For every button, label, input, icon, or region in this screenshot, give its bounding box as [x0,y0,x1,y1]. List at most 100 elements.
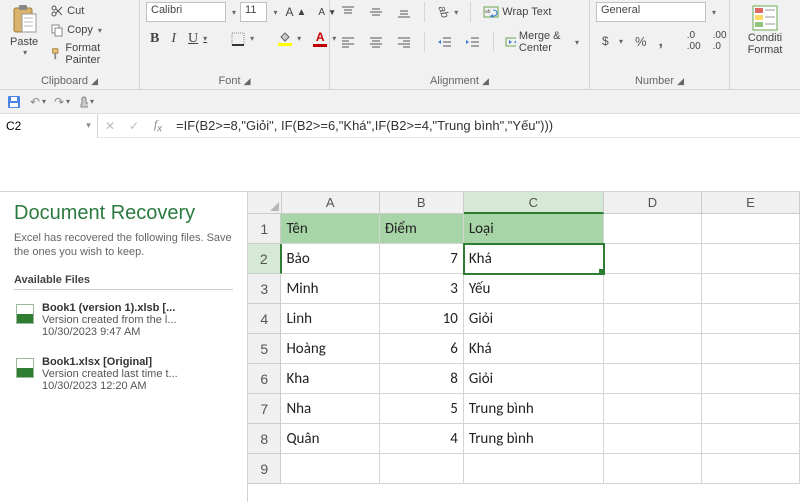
align-middle-button[interactable] [364,3,388,21]
cell[interactable]: Giỏi [464,364,604,394]
cell[interactable]: Yếu [464,274,604,304]
cell[interactable]: Tên [281,214,379,244]
cell[interactable] [702,334,800,364]
cell[interactable] [702,424,800,454]
merge-center-button[interactable]: Merge & Center ▾ [501,28,583,56]
column-header[interactable]: A [282,192,380,214]
cell[interactable]: Hoàng [281,334,379,364]
cell[interactable]: Minh [281,274,379,304]
cell[interactable]: Linh [281,304,379,334]
enter-formula-button[interactable]: ✓ [122,119,146,133]
cell[interactable] [702,304,800,334]
italic-button[interactable]: I [167,29,180,49]
format-painter-button[interactable]: Format Painter [46,40,133,68]
comma-button[interactable]: , [655,31,667,52]
wrap-text-button[interactable]: abWrap Text [479,3,555,21]
namebox-dropdown[interactable]: ▾ [80,120,97,131]
cell[interactable] [464,454,604,484]
paste-button[interactable]: Paste ▾ [6,2,42,59]
cell[interactable]: Nha [281,394,379,424]
border-button[interactable]: ▾ [227,30,258,48]
select-all-corner[interactable] [248,192,282,214]
fx-button[interactable]: fx [146,117,170,134]
underline-button[interactable]: U ▾ [184,29,211,49]
align-left-button[interactable] [336,33,360,51]
cell[interactable]: 4 [380,424,464,454]
column-header[interactable]: B [380,192,464,214]
cell[interactable] [604,274,702,304]
row-header[interactable]: 4 [248,304,281,334]
cell[interactable] [281,454,379,484]
cell[interactable]: Loại [464,214,604,244]
cancel-formula-button[interactable]: ✕ [98,119,122,133]
cell[interactable] [604,334,702,364]
undo-button[interactable]: ↶ ▾ [30,94,46,110]
cell[interactable]: Bảo [282,244,380,274]
decrease-indent-button[interactable] [433,33,457,51]
cell[interactable]: Trung bình [464,394,604,424]
cell-active[interactable]: Khá [464,244,604,274]
cell[interactable] [380,454,464,484]
cell[interactable]: 10 [380,304,464,334]
fill-color-button[interactable]: ▾ [274,29,305,48]
cell[interactable] [702,454,800,484]
recovery-file-item[interactable]: Book1 (version 1).xlsb [... Version crea… [14,298,233,342]
row-header[interactable]: 1 [248,214,281,244]
cell[interactable] [604,304,702,334]
recovery-file-item[interactable]: Book1.xlsx [Original] Version created la… [14,352,233,396]
touch-mode-button[interactable]: ▾ [78,94,94,110]
increase-decimal-button[interactable]: .0.00 [683,28,705,54]
cell[interactable] [604,364,702,394]
row-header[interactable]: 8 [248,424,281,454]
orientation-button[interactable]: ab▾ [433,4,462,20]
decrease-decimal-button[interactable]: .00.0 [709,28,731,54]
bold-button[interactable]: B [146,29,163,49]
align-center-button[interactable] [364,33,388,51]
cell[interactable]: Khá [464,334,604,364]
cell[interactable]: 8 [380,364,464,394]
align-right-button[interactable] [392,33,416,51]
font-size-select[interactable]: 11 [240,2,267,22]
row-header[interactable]: 6 [248,364,281,394]
formula-input[interactable] [170,116,800,135]
copy-button[interactable]: Copy ▾ [46,21,133,39]
column-header[interactable]: D [604,192,702,214]
row-header[interactable]: 5 [248,334,281,364]
align-bottom-button[interactable] [392,3,416,21]
number-format-select[interactable]: General [596,2,706,22]
cell[interactable]: Kha [281,364,379,394]
cell[interactable]: Giỏi [464,304,604,334]
row-header[interactable]: 2 [248,244,282,274]
cell[interactable] [702,364,800,394]
cell[interactable] [702,274,800,304]
accounting-format-button[interactable]: $▾ [596,32,627,50]
cell[interactable] [604,424,702,454]
cell[interactable] [702,244,800,274]
cell[interactable]: 6 [380,334,464,364]
cut-button[interactable]: Cut [46,2,133,20]
conditional-formatting-button[interactable]: Conditi Format [736,2,794,58]
cell[interactable]: 5 [380,394,464,424]
row-header[interactable]: 9 [248,454,281,484]
cell[interactable]: Trung bình [464,424,604,454]
cell[interactable] [604,244,702,274]
name-box[interactable] [0,117,80,135]
align-top-button[interactable] [336,3,360,21]
cell[interactable]: Điểm [380,214,464,244]
cell[interactable]: 7 [380,244,464,274]
increase-font-button[interactable]: A▲ [281,3,310,21]
redo-button[interactable]: ↷ ▾ [54,94,70,110]
column-header[interactable]: C [464,192,604,214]
row-header[interactable]: 3 [248,274,281,304]
row-header[interactable]: 7 [248,394,281,424]
save-button[interactable] [6,94,22,110]
cell[interactable]: 3 [380,274,464,304]
spreadsheet-grid[interactable]: A B C D E 1 Tên Điểm Loại 2 Bảo 7 Khá 3 … [248,192,800,502]
cell[interactable]: Quân [281,424,379,454]
cell[interactable] [604,394,702,424]
cell[interactable] [604,214,702,244]
font-name-select[interactable]: Calibri [146,2,226,22]
column-header[interactable]: E [702,192,800,214]
cell[interactable] [604,454,702,484]
increase-indent-button[interactable] [461,33,485,51]
